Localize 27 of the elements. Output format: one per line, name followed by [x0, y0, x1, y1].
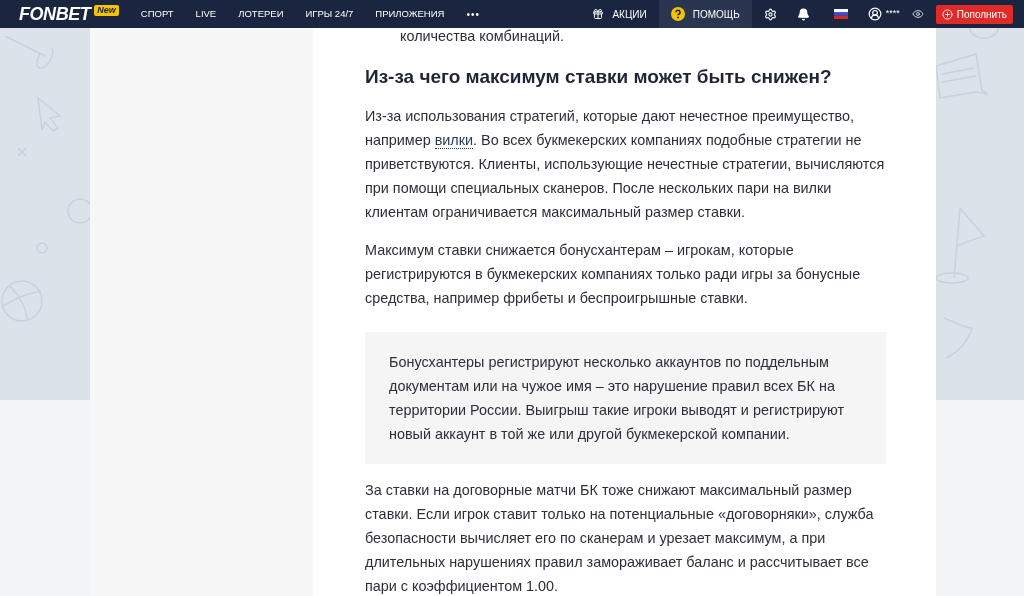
nav-item[interactable]: ПРИЛОЖЕНИЯ	[375, 0, 445, 28]
paragraph: За ставки на договорные матчи БК тоже снижают максимальный размер ставки. Если игрок ставит только на потенциальные «договорняки», служба безопасности вычисляет его по сканерам и урезает максимум, а при длительных нарушениях правил замораживает баланс и рассчитывает все пари с коэффициентом 1.00.	[365, 481, 875, 596]
list-item-text: количества комбинаций.	[400, 28, 565, 44]
new-badge: New	[94, 4, 119, 16]
bell-icon[interactable]	[796, 7, 810, 21]
gift-icon	[592, 8, 605, 20]
visibility-icon[interactable]	[911, 8, 924, 20]
flag-icon[interactable]	[833, 9, 848, 19]
nav-item[interactable]: LIVE	[195, 0, 217, 28]
question-icon	[670, 7, 685, 21]
paragraph: Максимум ставки снижается бонусхантерам – игрокам, которые регистрируются в букмекерских компаниях только ради игры за бонусные средства, например фрибеты и беспроигрышные ставки.	[365, 241, 862, 308]
article-heading: Из-за чего максимум ставки может быть снижен?	[365, 65, 833, 89]
help-tab[interactable]: ПОМОЩЬ	[658, 0, 752, 28]
quote-text: Бонусхантеры регистрируют несколько аккаунтов по поддельным документам или на чужое имя – это нарушение правил всех БК на территории России. Выигрыш такие игроки выводят и регистрируют новый аккаунт в той же или другой букмекерской компании.	[389, 353, 846, 444]
balance-hidden: ****	[885, 7, 900, 21]
paragraph: Из-за использования стратегий, которые дают нечестное преимущество, например вилки. Во всех букмекерских компаниях подобные стратегии не приветствуются. Клиенты, использующие нечестные стратегии, вычисляются при помощи специальных сканеров. После нескольких пари на вилки клиентам ограничивается максимальный размер ставки.	[365, 107, 886, 222]
deposit-button[interactable]: Пополнить	[935, 4, 1013, 24]
nav-item[interactable]: ИГРЫ 24/7	[305, 0, 354, 28]
logo[interactable]: FONBET	[19, 0, 91, 28]
plus-icon	[941, 8, 953, 20]
text-link[interactable]: вилки	[434, 132, 474, 149]
more-button[interactable]: •••	[466, 6, 480, 22]
settings-icon[interactable]	[763, 7, 777, 21]
nav-item[interactable]: СПОРТ	[140, 0, 174, 28]
user-icon[interactable]	[867, 7, 882, 21]
nav-item[interactable]: ЛОТЕРЕИ	[238, 0, 284, 28]
promotions-tab[interactable]: АКЦИИ	[580, 0, 659, 28]
